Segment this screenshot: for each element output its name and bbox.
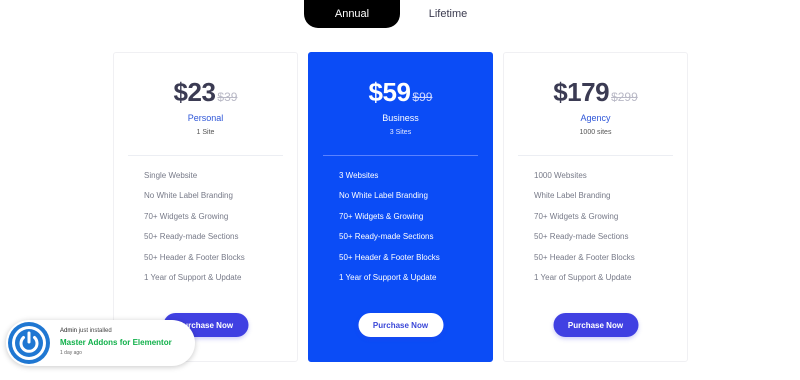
feature-item: 50+ Ready-made Sections [339,232,434,242]
plan-name: Personal [187,113,224,123]
divider [128,155,283,156]
pricing-card-business: $59 $99 Business 3 Sites 3 Websites No Wh… [308,52,493,362]
feature-item: 50+ Ready-made Sections [144,232,239,242]
feature-item: White Label Branding [534,191,611,201]
price-row: $23 $39 [114,77,297,108]
plan-sites: 1 Site [196,129,215,136]
notification-time: 1 day ago [60,350,82,356]
feature-item: 1000 Websites [534,171,587,180]
feature-item: No White Label Branding [144,191,233,201]
feature-item: 70+ Widgets & Growing [534,211,619,221]
notification-user: Admin [60,328,78,334]
feature-item: 50+ Ready-made Sections [534,232,629,242]
plan-price: $23 [173,77,216,107]
plan-old-price: $99 [412,90,433,104]
plan-price: $179 [553,77,610,107]
plan-old-price: $39 [217,90,238,104]
power-logo-icon [8,322,50,364]
plan-name: Agency [580,113,611,123]
feature-list: 3 Websites No White Label Branding 70+ W… [339,171,440,293]
feature-item: 50+ Header & Footer Blocks [534,252,635,262]
install-notification[interactable]: Admin just installed Master Addons for E… [6,320,195,366]
price-row: $59 $99 [309,77,492,108]
feature-item: 70+ Widgets & Growing [144,211,229,221]
pricing-card-agency: $179 $299 Agency 1000 sites 1000 Websites… [503,52,688,362]
feature-item: 50+ Header & Footer Blocks [339,252,440,262]
feature-list: 1000 Websites White Label Branding 70+ W… [534,171,635,293]
feature-item: 3 Websites [339,171,379,180]
notification-product: Master Addons for Elementor [60,338,172,347]
billing-toggle: Annual Lifetime [304,0,496,28]
plan-sites: 3 Sites [389,129,412,136]
tab-annual[interactable]: Annual [304,0,400,28]
feature-item: 50+ Header & Footer Blocks [144,252,245,262]
feature-item: 1 Year of Support & Update [144,272,242,282]
plan-name: Business [382,113,419,123]
tab-lifetime[interactable]: Lifetime [400,0,496,28]
divider [518,155,673,156]
feature-item: 1 Year of Support & Update [339,272,437,282]
purchase-button-business[interactable]: Purchase Now [358,313,443,337]
purchase-button-agency[interactable]: Purchase Now [553,313,638,337]
pricing-card-personal: $23 $39 Personal 1 Site Single Website No… [113,52,298,362]
plan-old-price: $299 [611,90,638,104]
price-row: $179 $299 [504,77,687,108]
feature-item: 70+ Widgets & Growing [339,211,424,221]
feature-list: Single Website No White Label Branding 7… [144,171,245,293]
notification-headline: Admin just installed [60,328,112,334]
plan-sites: 1000 sites [579,129,612,136]
divider [323,155,478,156]
feature-item: Single Website [144,171,198,180]
plan-price: $59 [368,77,411,107]
feature-item: 1 Year of Support & Update [534,272,632,282]
feature-item: No White Label Branding [339,191,428,201]
notification-action: just installed [78,328,112,334]
